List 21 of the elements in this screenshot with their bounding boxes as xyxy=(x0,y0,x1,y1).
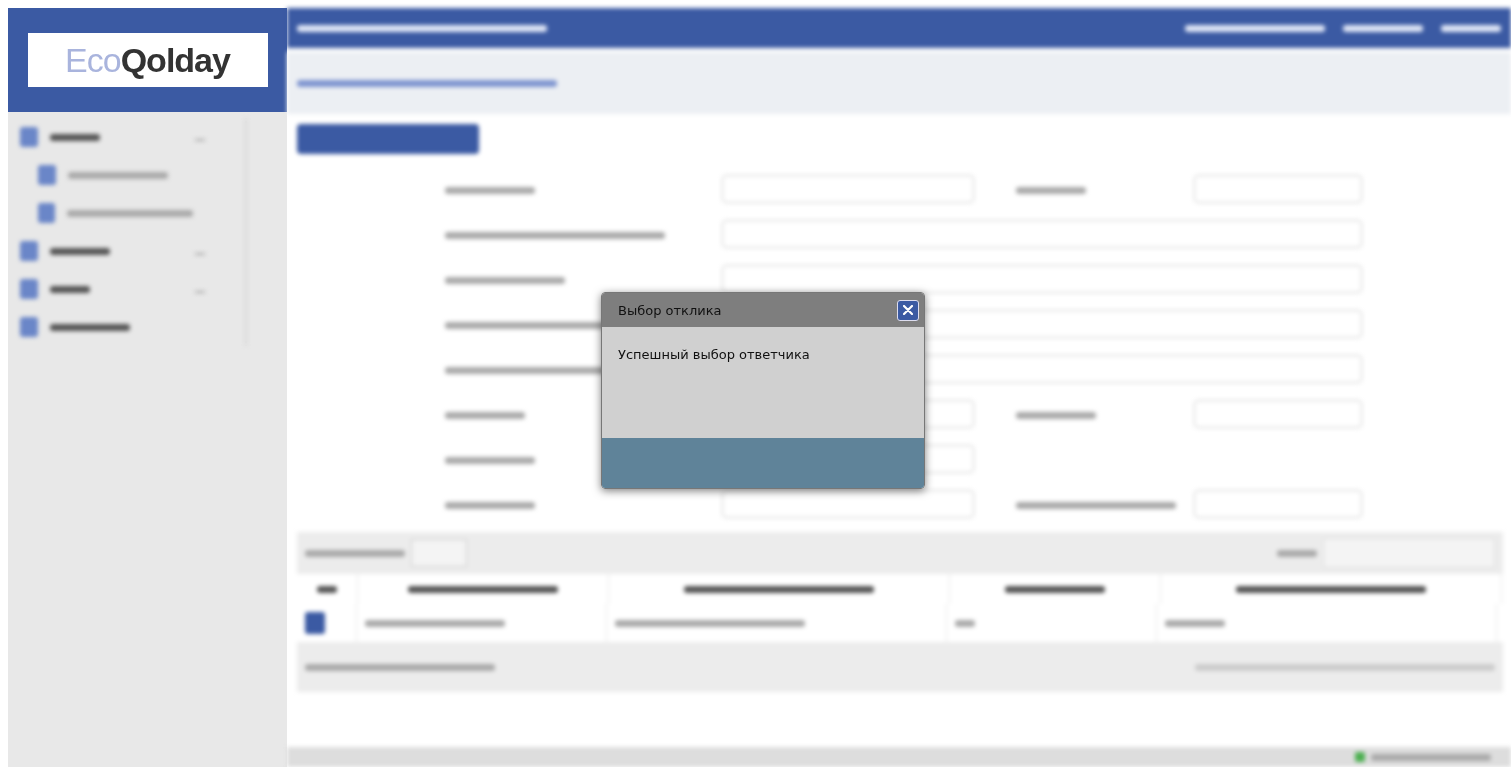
dialog-message: Успешный выбор ответчика xyxy=(618,347,810,362)
menu-icon xyxy=(20,127,38,147)
blurred-text xyxy=(1277,549,1317,557)
close-button[interactable] xyxy=(897,299,919,321)
blurred-text xyxy=(1165,619,1225,627)
close-icon xyxy=(903,305,913,315)
blurred-text xyxy=(955,619,975,627)
blurred-text xyxy=(50,133,100,141)
menu-icon xyxy=(38,203,56,223)
menu-icon xyxy=(20,279,38,299)
blurred-text xyxy=(1016,187,1086,194)
blurred-text xyxy=(1441,24,1501,32)
menu-icon xyxy=(20,317,38,337)
menu-icon xyxy=(20,241,38,261)
blurred-text xyxy=(50,247,110,255)
dialog-title: Выбор отклика xyxy=(618,302,722,318)
status-icon xyxy=(1355,752,1365,762)
blurred-text xyxy=(317,585,337,593)
blurred-text xyxy=(50,285,90,293)
logo: EcoQolday xyxy=(27,33,268,87)
menu-icon xyxy=(38,165,56,185)
